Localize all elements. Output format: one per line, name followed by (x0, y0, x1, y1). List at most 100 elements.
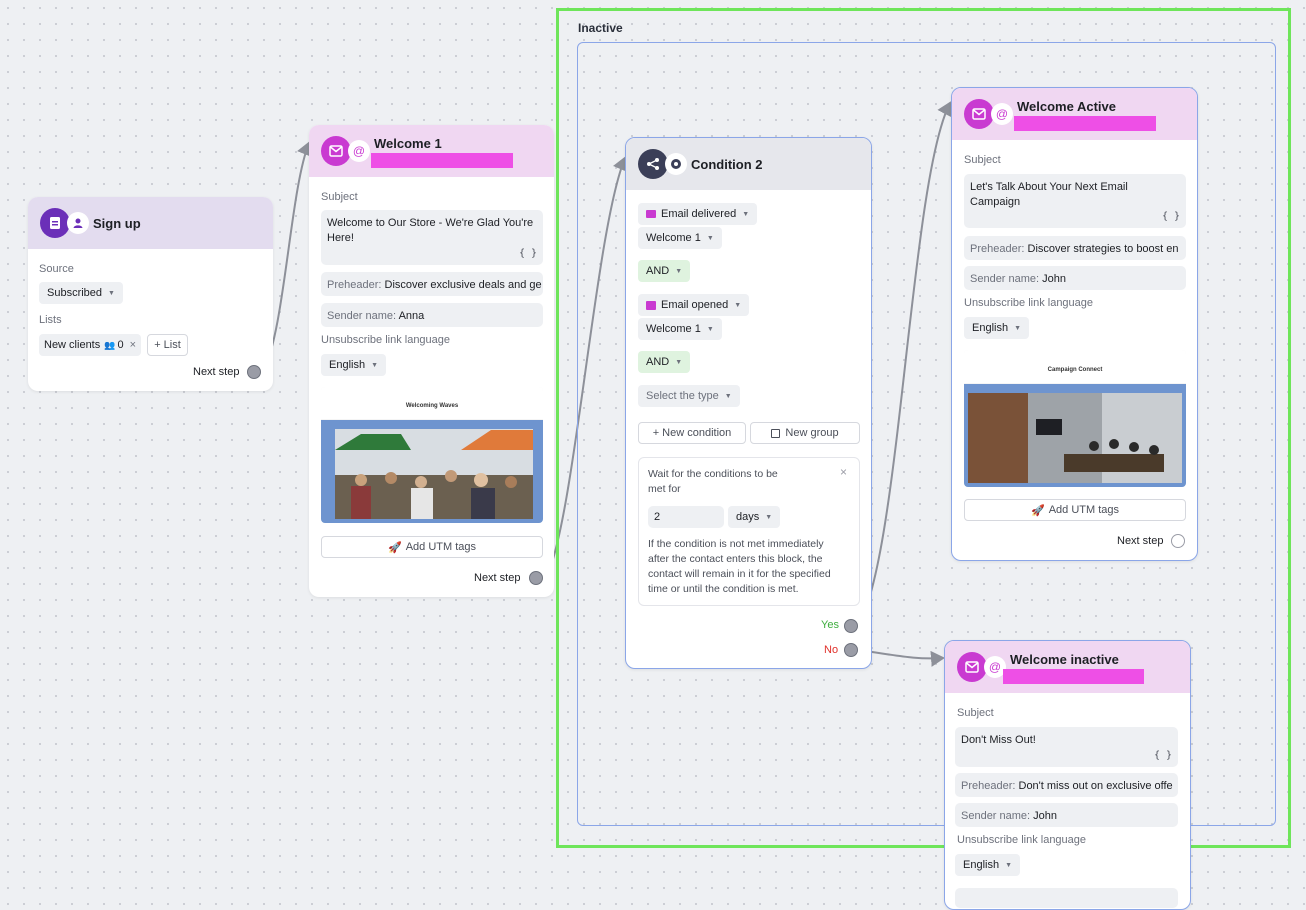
add-list-button[interactable]: + List (147, 334, 188, 356)
at-sign-icon: @ (991, 103, 1013, 125)
chevron-down-icon: ▼ (724, 392, 732, 400)
close-icon[interactable]: × (840, 465, 847, 480)
language-value: English (972, 322, 1009, 334)
select-type-dropdown[interactable]: Select the type ▼ (638, 385, 740, 407)
welcome-active-node[interactable]: @ Welcome Active Subject Let's Talk Abou… (951, 87, 1198, 561)
no-port[interactable] (844, 643, 858, 657)
email-preview[interactable] (955, 888, 1178, 908)
unsubscribe-label: Unsubscribe link language (964, 297, 1094, 309)
group-title: Inactive (578, 21, 623, 35)
source-label: Source (39, 263, 74, 275)
language-select[interactable]: English ▼ (321, 354, 387, 376)
wait-note-line3: contact will remain in it for the specif… (648, 568, 831, 580)
sender-value: John (1033, 810, 1058, 822)
condition-node[interactable]: Condition 2 Email delivered ▼ Welcome 1 ▼ … (625, 137, 872, 669)
subject-label: Subject (957, 707, 994, 719)
sender-name-field[interactable]: Sender name: John (955, 803, 1178, 827)
sender-key: Sender name: (970, 273, 1040, 285)
next-step-port[interactable] (529, 571, 543, 585)
source-select[interactable]: Subscribed ▼ (39, 282, 123, 304)
subject-text: Welcome to Our Store - We're Glad You're… (327, 217, 534, 244)
target-icon (665, 153, 687, 175)
envelope-icon (964, 99, 994, 129)
language-value: English (963, 859, 1000, 871)
next-step-port[interactable] (1171, 534, 1185, 548)
condition-email-select-2[interactable]: Welcome 1 ▼ (638, 318, 722, 340)
utm-label: Add UTM tags (1048, 504, 1119, 516)
preheader-field[interactable]: Preheader: Discover exclusive deals and … (321, 272, 543, 296)
unsubscribe-label: Unsubscribe link language (957, 834, 1087, 846)
preheader-key: Preheader: (970, 243, 1025, 255)
sender-name-field[interactable]: Sender name: Anna (321, 303, 543, 327)
condition-event-select-2[interactable]: Email opened ▼ (638, 294, 750, 316)
next-step-port[interactable] (247, 365, 261, 379)
chevron-down-icon: ▼ (675, 267, 683, 275)
subject-text: Let's Talk About Your Next Email Campaig… (970, 181, 1128, 208)
condition-event-2: Email opened (661, 299, 729, 311)
sender-value: Anna (398, 310, 425, 322)
chevron-down-icon: ▼ (706, 234, 714, 242)
signup-header[interactable]: Sign up (28, 197, 273, 249)
subject-field[interactable]: Let's Talk About Your Next Email Campaig… (964, 174, 1186, 228)
preheader-field[interactable]: Preheader: Discover strategies to boost … (964, 236, 1186, 260)
condition-title: Condition 2 (691, 157, 763, 172)
add-utm-tags-button[interactable]: 🚀 Add UTM tags (964, 499, 1186, 521)
chevron-down-icon: ▼ (1005, 861, 1013, 869)
and-operator-2[interactable]: AND ▼ (638, 351, 691, 373)
sender-name-field[interactable]: Sender name: John (964, 266, 1186, 290)
new-group-button[interactable]: New group (750, 422, 860, 444)
personalization-icon[interactable]: { } (519, 246, 537, 261)
new-condition-button[interactable]: + New condition (638, 422, 746, 444)
wait-duration-input[interactable]: 2 (648, 506, 724, 528)
wait-unit-select[interactable]: days ▼ (728, 506, 781, 528)
welcome-active-header[interactable]: @ Welcome Active (952, 88, 1197, 140)
subject-label: Subject (964, 154, 1001, 166)
wait-text-line1: Wait for the conditions to be (648, 468, 778, 480)
and-operator-1[interactable]: AND ▼ (638, 260, 691, 282)
envelope-icon (957, 652, 987, 682)
wait-settings-box: Wait for the conditions to be met for × … (638, 457, 860, 606)
welcome-active-title: Welcome Active (1017, 99, 1116, 114)
personalization-icon[interactable]: { } (1154, 748, 1172, 763)
open-envelope-icon (646, 300, 656, 310)
subject-field[interactable]: Don't Miss Out! { } (955, 727, 1178, 767)
preheader-key: Preheader: (961, 780, 1016, 792)
chevron-down-icon: ▼ (742, 210, 750, 218)
yes-port[interactable] (844, 619, 858, 633)
next-step-label: Next step (474, 572, 521, 584)
personalization-icon[interactable]: { } (1162, 209, 1180, 224)
condition-event-select-1[interactable]: Email delivered ▼ (638, 203, 758, 225)
and-label: AND (646, 356, 670, 368)
wait-note-line1: If the condition is not met immediately (648, 538, 824, 550)
preview-image (321, 420, 543, 523)
envelope-icon (321, 136, 351, 166)
add-utm-tags-button[interactable]: 🚀 Add UTM tags (321, 536, 543, 558)
no-label: No (824, 644, 839, 656)
welcome1-node[interactable]: @ Welcome 1 Subject Welcome to Our Store… (309, 125, 554, 597)
redacted-sender (1003, 669, 1144, 684)
chevron-down-icon: ▼ (108, 289, 115, 297)
preheader-value: Discover exclusive deals and ge (384, 279, 542, 291)
close-icon[interactable]: × (130, 339, 136, 351)
wait-note-line2: after the contact enters this block, the (648, 553, 823, 565)
welcome1-header[interactable]: @ Welcome 1 (309, 125, 554, 177)
chevron-down-icon: ▼ (765, 513, 773, 521)
condition-email-select-1[interactable]: Welcome 1 ▼ (638, 227, 722, 249)
source-value: Subscribed (47, 287, 103, 299)
preview-image (964, 384, 1186, 487)
welcome-inactive-header[interactable]: @ Welcome inactive (945, 641, 1190, 693)
branch-icon (638, 149, 668, 179)
condition-header[interactable]: Condition 2 (626, 138, 871, 190)
language-select[interactable]: English ▼ (955, 854, 1021, 876)
email-preview[interactable]: Welcoming Waves (321, 387, 543, 523)
list-chip[interactable]: New clients 👥 0 × (39, 334, 142, 356)
subject-field[interactable]: Welcome to Our Store - We're Glad You're… (321, 210, 543, 265)
signup-node[interactable]: Sign up Source Subscribed ▼ Lists New cli… (28, 197, 273, 391)
condition-email-2: Welcome 1 (646, 323, 701, 335)
preheader-field[interactable]: Preheader: Don't miss out on exclusive o… (955, 773, 1178, 797)
new-group-label: New group (785, 427, 839, 439)
welcome-inactive-node[interactable]: @ Welcome inactive Subject Don't Miss Ou… (944, 640, 1191, 910)
yes-label: Yes (821, 619, 839, 631)
language-select[interactable]: English ▼ (964, 317, 1030, 339)
email-preview[interactable]: Campaign Connect (964, 350, 1186, 487)
